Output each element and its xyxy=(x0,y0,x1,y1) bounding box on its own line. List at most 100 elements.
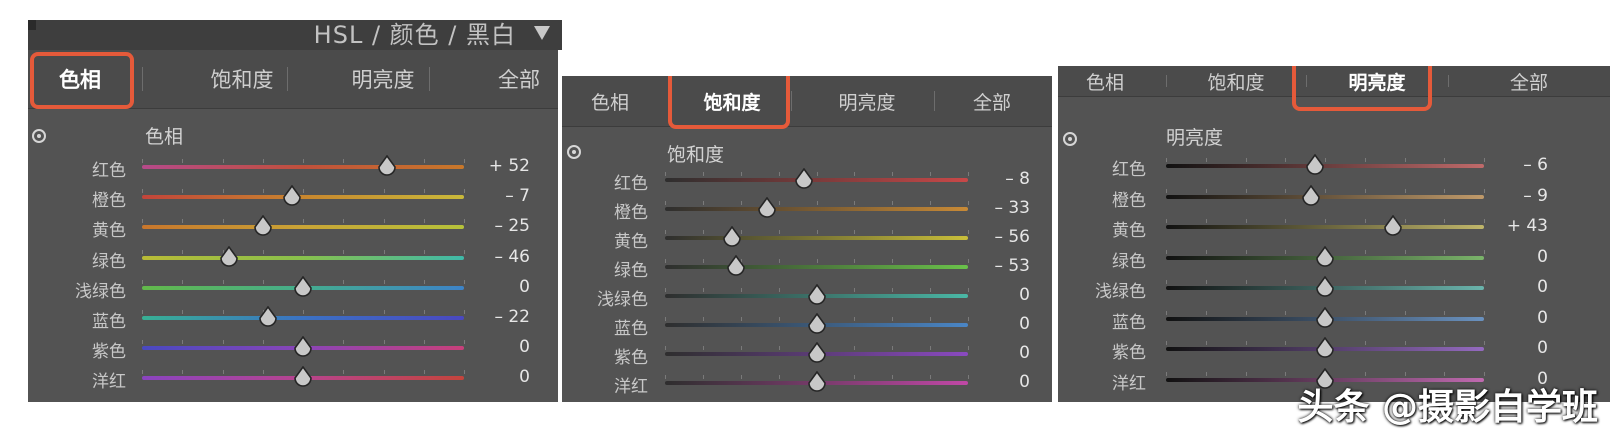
tab-saturation[interactable]: 饱和度 xyxy=(187,50,297,108)
slider-value[interactable]: 0 xyxy=(1478,338,1548,358)
slider-thumb[interactable] xyxy=(806,371,828,393)
section-title: 饱和度 xyxy=(667,144,725,166)
slider-thumb[interactable] xyxy=(806,342,828,364)
slider-tick xyxy=(740,172,742,176)
slider-tick xyxy=(262,279,264,284)
slider-tick xyxy=(1205,280,1207,284)
slider-track[interactable] xyxy=(665,207,968,211)
slider-value[interactable]: – 22 xyxy=(460,307,530,327)
slider-tick xyxy=(262,370,264,375)
slider-thumb[interactable] xyxy=(292,275,314,298)
slider-label: 绿色 xyxy=(614,261,648,281)
slider-thumb[interactable] xyxy=(292,366,314,388)
slider-label: 橙色 xyxy=(92,191,126,212)
slider-thumb[interactable] xyxy=(806,284,828,306)
slider-thumb[interactable] xyxy=(806,313,828,335)
slider-tick xyxy=(930,201,932,205)
slider-tick xyxy=(665,346,666,350)
slider-value[interactable]: – 53 xyxy=(960,256,1030,276)
slider-tick xyxy=(423,159,425,163)
slider-value[interactable]: – 6 xyxy=(1478,155,1548,175)
slider-thumb[interactable] xyxy=(257,306,279,328)
slider-track[interactable] xyxy=(142,225,464,230)
hsl-panel-saturation: 色相 饱和度 明亮度 全部 饱和度 红色 – 8 橙色 – 33 黄色 – 56 绿色 – 53 浅绿色 0… xyxy=(562,76,1052,402)
slider-value[interactable]: 0 xyxy=(460,367,530,387)
slider-value[interactable]: 0 xyxy=(1478,247,1548,267)
slider-tick xyxy=(142,249,143,254)
slider-thumb[interactable] xyxy=(793,168,815,190)
slider-tick xyxy=(343,310,345,314)
slider-label: 红色 xyxy=(614,174,648,194)
slider-value[interactable]: – 33 xyxy=(960,198,1030,218)
slider-tick xyxy=(702,230,704,234)
tab-hue[interactable]: 色相 xyxy=(565,76,655,126)
slider-track[interactable] xyxy=(665,178,968,182)
slider-thumb[interactable] xyxy=(756,197,778,219)
slider-track[interactable] xyxy=(142,165,464,169)
slider-thumb[interactable] xyxy=(218,245,240,268)
slider-value[interactable]: 0 xyxy=(1478,277,1548,297)
slider-tick xyxy=(262,159,264,163)
slider-thumb[interactable] xyxy=(1314,306,1336,329)
slider-value[interactable]: – 25 xyxy=(460,216,530,236)
tab-saturation[interactable]: 饱和度 xyxy=(1186,66,1286,96)
tab-all[interactable]: 全部 xyxy=(952,76,1032,126)
slider-tick xyxy=(1285,219,1287,223)
slider-tick xyxy=(930,288,932,292)
slider-value[interactable]: – 9 xyxy=(1478,186,1548,206)
slider-value[interactable]: – 7 xyxy=(460,186,530,206)
slider-value[interactable]: + 52 xyxy=(460,156,530,176)
slider-value[interactable]: – 8 xyxy=(960,169,1030,189)
slider-value[interactable]: 0 xyxy=(460,337,530,357)
slider-value[interactable]: – 46 xyxy=(460,247,530,267)
slider-track[interactable] xyxy=(1166,225,1484,229)
tab-luminance[interactable]: 明亮度 xyxy=(328,50,438,108)
slider-thumb[interactable] xyxy=(281,185,303,207)
slider-value[interactable]: 0 xyxy=(960,343,1030,363)
slider-value[interactable]: 0 xyxy=(960,372,1030,392)
slider-value[interactable]: 0 xyxy=(960,285,1030,305)
tab-hue[interactable]: 色相 xyxy=(1075,66,1135,96)
targeted-adjustment-icon[interactable] xyxy=(567,145,581,159)
targeted-adjustment-icon[interactable] xyxy=(32,129,46,143)
slider-track[interactable] xyxy=(665,236,968,240)
slider-label: 蓝色 xyxy=(614,319,648,339)
slider-tick xyxy=(1404,188,1406,193)
slider-thumb[interactable] xyxy=(1382,215,1404,237)
slider-thumb[interactable] xyxy=(1314,337,1336,359)
slider-track[interactable] xyxy=(142,255,464,260)
slider-thumb[interactable] xyxy=(292,336,314,358)
slider-tick xyxy=(930,375,932,379)
tab-all[interactable]: 全部 xyxy=(1489,66,1569,96)
tab-luminance[interactable]: 明亮度 xyxy=(812,76,922,126)
tab-all[interactable]: 全部 xyxy=(474,50,558,108)
slider-thumb[interactable] xyxy=(1300,184,1322,207)
targeted-adjustment-icon[interactable] xyxy=(1063,132,1077,146)
slider-value[interactable]: – 56 xyxy=(960,227,1030,247)
slider-thumb[interactable] xyxy=(376,155,398,177)
slider-value[interactable]: 0 xyxy=(960,314,1030,334)
slider-track[interactable] xyxy=(142,195,464,200)
slider-track[interactable] xyxy=(142,316,464,320)
slider-thumb[interactable] xyxy=(1314,276,1336,298)
slider-thumb[interactable] xyxy=(725,255,747,277)
slider-thumb[interactable] xyxy=(721,226,743,248)
slider-tick xyxy=(343,370,345,375)
slider-thumb[interactable] xyxy=(1314,245,1336,268)
slider-thumb[interactable] xyxy=(252,215,274,237)
watermark-text: 头条 @摄影自学班 xyxy=(1297,387,1598,428)
slider-value[interactable]: 0 xyxy=(460,277,530,297)
slider-tick xyxy=(1205,188,1207,193)
slider-track[interactable] xyxy=(1166,194,1484,199)
slider-value[interactable]: + 43 xyxy=(1478,216,1548,236)
slider-tick xyxy=(930,259,932,263)
slider-tick xyxy=(343,249,345,254)
slider-thumb[interactable] xyxy=(1304,154,1326,176)
slider-tick xyxy=(222,219,224,224)
slider-track[interactable] xyxy=(665,265,968,269)
collapse-triangle-icon[interactable] xyxy=(534,26,550,40)
slider-label: 蓝色 xyxy=(1112,312,1146,333)
slider-tick xyxy=(778,201,780,205)
slider-tick xyxy=(222,340,224,345)
slider-value[interactable]: 0 xyxy=(1478,308,1548,328)
